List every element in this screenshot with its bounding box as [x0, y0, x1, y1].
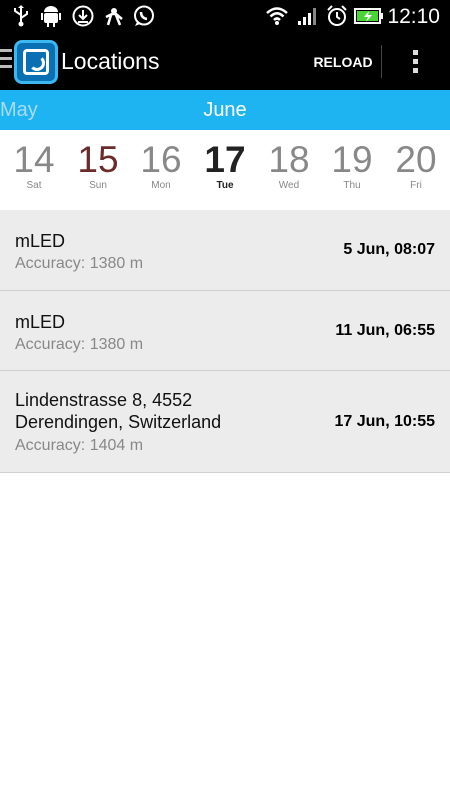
day-weekday: Sun	[89, 180, 107, 191]
day-number: 17	[204, 139, 246, 180]
location-accuracy: Accuracy: 1380 m	[15, 336, 144, 353]
day-strip: 14 Sat 15 Sun 16 Mon 17 Tue 18 Wed 19 Thu 20 Fr…	[0, 130, 450, 210]
day-weekday: Tue	[216, 180, 234, 191]
locations-list: mLED Accuracy: 1380 m 5 Jun, 08:07 mLED …	[0, 210, 450, 473]
day-item-selected[interactable]: 17 Tue	[193, 140, 257, 192]
usb-icon	[8, 4, 34, 28]
battery-charging-icon	[354, 4, 384, 28]
location-name: mLED	[15, 231, 66, 251]
day-item[interactable]: 16 Mon	[129, 140, 193, 192]
status-bar: 12:10	[0, 0, 450, 33]
day-item[interactable]: 19 Thu	[320, 140, 384, 192]
day-item[interactable]: 15 Sun	[66, 140, 130, 192]
overflow-menu-icon[interactable]	[395, 33, 435, 90]
action-bar-divider	[381, 45, 382, 78]
day-weekday: Sat	[26, 180, 42, 191]
location-accuracy: Accuracy: 1404 m	[15, 437, 144, 454]
android-debug-icon	[38, 4, 64, 28]
day-number: 14	[13, 139, 55, 180]
day-number: 18	[268, 139, 310, 180]
download-icon	[70, 4, 96, 28]
day-number: 20	[395, 139, 437, 180]
wifi-icon	[264, 4, 290, 28]
day-number: 15	[77, 139, 119, 180]
app-logo-icon[interactable]	[14, 40, 58, 84]
page-title: Locations	[61, 48, 160, 74]
list-item[interactable]: Lindenstrasse 8, 4552 Derendingen, Switz…	[0, 371, 450, 473]
day-weekday: Thu	[343, 180, 361, 191]
whatsapp-icon	[131, 4, 157, 28]
day-number: 19	[331, 139, 373, 180]
location-name: mLED	[15, 312, 66, 332]
location-accuracy: Accuracy: 1380 m	[15, 255, 144, 272]
location-time: 11 Jun, 06:55	[335, 322, 435, 339]
location-time: 5 Jun, 08:07	[343, 241, 435, 258]
day-weekday: Wed	[278, 180, 300, 191]
reload-button[interactable]: RELOAD	[306, 33, 380, 90]
list-item[interactable]: mLED Accuracy: 1380 m 11 Jun, 06:55	[0, 291, 450, 371]
day-weekday: Fri	[410, 180, 422, 191]
signal-icon	[295, 4, 321, 28]
current-month: June	[203, 99, 247, 121]
day-weekday: Mon	[151, 180, 171, 191]
location-name: Lindenstrasse 8, 4552 Derendingen, Switz…	[15, 390, 222, 432]
action-bar: Locations RELOAD	[0, 33, 450, 90]
drawer-menu-icon[interactable]	[0, 49, 12, 71]
day-item[interactable]: 18 Wed	[257, 140, 321, 192]
day-item[interactable]: 20 Fri	[384, 140, 448, 192]
alarm-icon	[324, 4, 350, 28]
location-time: 17 Jun, 10:55	[334, 413, 436, 430]
day-item[interactable]: 14 Sat	[2, 140, 66, 192]
status-time: 12:10	[387, 5, 440, 28]
app-notification-icon	[101, 4, 127, 28]
day-number: 16	[140, 139, 182, 180]
month-strip: May June	[0, 90, 450, 130]
list-item[interactable]: mLED Accuracy: 1380 m 5 Jun, 08:07	[0, 210, 450, 291]
